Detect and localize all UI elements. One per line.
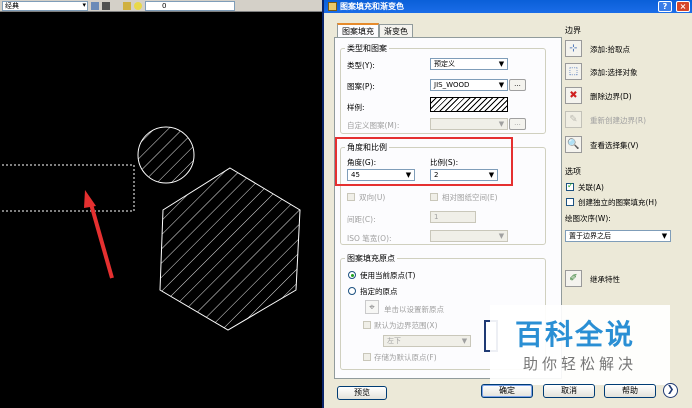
add-select-objects-button[interactable]: ⬚: [565, 63, 582, 80]
click-set-origin-label: 单击以设置新原点: [384, 305, 444, 314]
inherit-brush-icon: ✐: [569, 273, 578, 284]
cad-drawing-area[interactable]: 经典 0: [0, 0, 322, 408]
independent-hatch-checkbox[interactable]: [566, 198, 574, 206]
remove-boundary-icon: ✖: [569, 90, 578, 101]
custom-pattern-select[interactable]: ▼: [430, 118, 508, 130]
chevron-down-icon: ▼: [498, 232, 505, 240]
crosshair-icon: ⌖: [369, 301, 375, 313]
chevron-down-icon: ▼: [461, 337, 468, 345]
draw-order-label: 绘图次序(W):: [565, 214, 611, 223]
remove-boundaries-label: 删除边界(D): [590, 92, 632, 101]
cancel-button[interactable]: 取消: [543, 384, 595, 398]
spacing-label: 间距(C):: [347, 215, 376, 224]
pick-point-icon: ⊹: [569, 43, 578, 54]
inherit-properties-button[interactable]: ✐: [565, 270, 582, 287]
default-boundary-label: 默认为边界范围(X): [374, 321, 438, 330]
associative-checkbox[interactable]: [566, 181, 574, 191]
layer-combo[interactable]: 0: [145, 0, 235, 11]
recreate-boundary-button[interactable]: ✎: [565, 111, 582, 128]
watermark-title: 百科全说: [515, 318, 636, 351]
relative-paper-label: 相对图纸空间(E): [442, 193, 498, 202]
relative-paper-checkbox[interactable]: [430, 193, 438, 201]
boundary-title: 边界: [565, 26, 581, 35]
store-default-checkbox[interactable]: [363, 353, 371, 361]
hatch-origin-title: 图案填充原点: [345, 253, 397, 264]
toolbar-icon-b[interactable]: [102, 1, 110, 10]
type-select-value: 预定义: [434, 60, 455, 68]
dialog-app-icon: [328, 2, 337, 11]
watermark-subtitle: 助你轻松解决: [523, 355, 638, 373]
tab-gradient[interactable]: 渐变色: [379, 24, 413, 37]
chevron-down-icon: ▼: [498, 60, 505, 68]
associative-label: 关联(A): [578, 183, 604, 192]
use-current-origin-label: 使用当前原点(T): [360, 271, 416, 280]
toolbar-icon-a[interactable]: [91, 1, 99, 10]
recreate-boundary-label: 重新创建边界(R): [590, 116, 647, 125]
sample-label: 样例:: [347, 103, 365, 112]
recreate-boundary-icon: ✎: [569, 114, 578, 125]
red-highlight-box: [335, 137, 513, 186]
draw-order-value: 置于边界之后: [569, 232, 611, 240]
remove-boundaries-button[interactable]: ✖: [565, 87, 582, 104]
add-select-objects-label: 添加:选择对象: [590, 68, 638, 77]
view-selections-label: 查看选择集(V): [590, 141, 639, 150]
store-default-label: 存储为默认原点(F): [374, 353, 437, 362]
help-button[interactable]: 帮助: [604, 384, 656, 398]
tab-hatch[interactable]: 图案填充: [337, 23, 379, 37]
close-button[interactable]: ×: [676, 1, 690, 12]
hatched-hexagon[interactable]: [150, 160, 310, 340]
pattern-select-value: JIS_WOOD: [434, 81, 470, 89]
select-objects-icon: ⬚: [568, 66, 579, 77]
view-selections-button[interactable]: 🔍: [565, 136, 582, 153]
iso-pen-select[interactable]: ▼: [430, 230, 508, 242]
inherit-properties-label: 继承特性: [590, 275, 620, 284]
bulb-icon[interactable]: [134, 1, 142, 10]
origin-position-value: 左下: [387, 337, 401, 345]
iso-pen-label: ISO 笔宽(O):: [347, 234, 392, 243]
use-current-origin-radio[interactable]: [348, 271, 356, 279]
layers-icon[interactable]: [123, 1, 131, 10]
cad-toolbar: 经典 0: [0, 0, 322, 12]
custom-browse-button[interactable]: ...: [509, 118, 526, 130]
dialog-title: 图案填充和渐变色: [340, 2, 404, 11]
magnifier-icon: 🔍: [567, 139, 580, 150]
type-pattern-title: 类型和图案: [345, 43, 389, 54]
dashed-selection-rect: [0, 164, 135, 212]
custom-pattern-label: 自定义图案(M):: [347, 121, 400, 130]
add-pick-points-label: 添加:拾取点: [590, 45, 631, 54]
pattern-sample-swatch[interactable]: [430, 97, 508, 112]
chevron-down-icon: ▼: [498, 120, 505, 128]
pattern-select[interactable]: JIS_WOOD ▼: [430, 79, 508, 91]
default-boundary-checkbox[interactable]: [363, 321, 371, 329]
specified-origin-label: 指定的原点: [360, 287, 398, 296]
chevron-right-icon: ❯: [666, 385, 675, 395]
chevron-down-icon: ▼: [661, 232, 668, 240]
ok-button[interactable]: 确定: [481, 384, 533, 398]
add-pick-points-button[interactable]: ⊹: [565, 40, 582, 57]
double-checkbox[interactable]: [347, 193, 355, 201]
origin-position-select[interactable]: 左下 ▼: [383, 335, 471, 347]
spacing-input[interactable]: 1: [430, 211, 476, 223]
type-label: 类型(Y):: [347, 61, 375, 70]
dialog-titlebar[interactable]: 图案填充和渐变色 ? ×: [324, 0, 692, 13]
preview-button[interactable]: 预览: [337, 386, 387, 400]
help-title-button[interactable]: ?: [658, 1, 672, 12]
double-label: 双向(U): [359, 193, 386, 202]
pattern-label: 图案(P):: [347, 82, 375, 91]
independent-hatch-label: 创建独立的图案填充(H): [578, 198, 657, 207]
red-arrow-annotation: [84, 190, 114, 279]
more-options-button[interactable]: ❯: [663, 383, 678, 398]
draw-order-select[interactable]: 置于边界之后 ▼: [565, 230, 671, 242]
cad-canvas[interactable]: [0, 0, 322, 408]
options-title: 选项: [565, 167, 581, 176]
style-combo[interactable]: 经典: [2, 0, 88, 11]
specified-origin-radio[interactable]: [348, 287, 356, 295]
pattern-browse-button[interactable]: ...: [509, 79, 526, 91]
click-set-origin-button[interactable]: ⌖: [365, 300, 379, 314]
type-select[interactable]: 预定义 ▼: [430, 58, 508, 70]
chevron-down-icon: ▼: [498, 81, 505, 89]
